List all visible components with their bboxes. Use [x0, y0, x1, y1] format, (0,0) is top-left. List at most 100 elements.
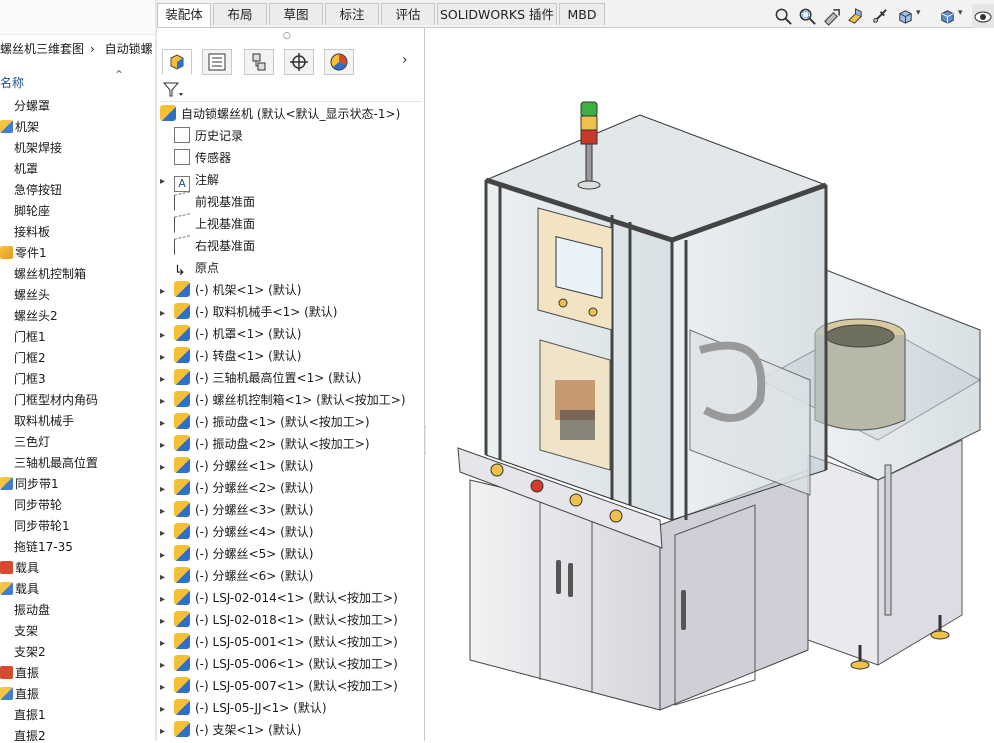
file-list-item[interactable]: 螺丝机控制箱 — [14, 264, 86, 285]
expand-arrow-icon[interactable]: ▸ — [160, 699, 174, 721]
hide-show-icon[interactable] — [972, 4, 994, 30]
panel-grip-icon[interactable]: ○ — [283, 31, 291, 41]
file-list-item[interactable]: 支架 — [14, 621, 38, 642]
section-view-icon[interactable] — [846, 7, 865, 26]
tree-item[interactable]: ▸ (-) LSJ-02-014<1> (默认<按加工>) — [160, 587, 398, 609]
tree-item[interactable]: 前视基准面 — [160, 191, 255, 213]
zoom-to-fit-icon[interactable] — [774, 7, 793, 26]
file-list-item[interactable]: 脚轮座 — [14, 201, 50, 222]
file-list-item[interactable]: 机罩 — [14, 159, 38, 180]
breadcrumb-item-1[interactable]: 螺丝机三维套图 — [0, 42, 84, 56]
tree-item[interactable]: ↳ 原点 — [160, 257, 219, 279]
expand-arrow-icon[interactable]: ▸ — [160, 677, 174, 699]
property-manager-tab[interactable] — [202, 49, 232, 75]
previous-view-icon[interactable] — [822, 7, 841, 26]
chevron-right-icon[interactable]: › — [402, 52, 408, 68]
tree-item[interactable]: ▸ (-) LSJ-05-001<1> (默认<按加工>) — [160, 631, 398, 653]
tree-item[interactable]: ▸ (-) 分螺丝<4> (默认) — [160, 521, 313, 543]
tree-item[interactable]: ▸ (-) LSJ-02-018<1> (默认<按加工>) — [160, 609, 398, 631]
tree-item[interactable]: ▸ (-) 支架<1> (默认) — [160, 719, 301, 741]
chevron-up-icon[interactable]: ⌃ — [114, 68, 124, 82]
file-list-item[interactable]: 振动盘 — [14, 600, 50, 621]
tree-item[interactable]: ▸ (-) 振动盘<1> (默认<按加工>) — [160, 411, 370, 433]
tree-item[interactable]: ▸ (-) 取料机械手<1> (默认) — [160, 301, 337, 323]
tree-item[interactable]: ▸ (-) 分螺丝<2> (默认) — [160, 477, 313, 499]
file-list-item[interactable]: 同步带1 — [0, 474, 59, 495]
file-list-item[interactable]: 门框型材内角码 — [14, 390, 98, 411]
file-list-item[interactable]: 螺丝头2 — [14, 306, 58, 327]
tree-item[interactable]: 上视基准面 — [160, 213, 255, 235]
expand-arrow-icon[interactable]: ▸ — [160, 589, 174, 611]
expand-arrow-icon[interactable]: ▸ — [160, 171, 174, 193]
file-list-item[interactable]: 三色灯 — [14, 432, 50, 453]
feature-manager-tab[interactable] — [162, 49, 192, 75]
tree-item[interactable]: ▸ (-) 分螺丝<3> (默认) — [160, 499, 313, 521]
expand-arrow-icon[interactable]: ▸ — [160, 545, 174, 567]
tab-layout[interactable]: 布局 — [213, 3, 267, 25]
file-list-item[interactable]: 急停按钮 — [14, 180, 62, 201]
file-list-item[interactable]: 机架 — [0, 117, 39, 138]
expand-arrow-icon[interactable]: ▸ — [160, 501, 174, 523]
tree-item[interactable]: 右视基准面 — [160, 235, 255, 257]
tree-item[interactable]: ▸ (-) 机架<1> (默认) — [160, 279, 301, 301]
expand-arrow-icon[interactable]: ▸ — [160, 435, 174, 457]
file-list-item[interactable]: 直振1 — [14, 705, 46, 726]
tab-markup[interactable]: 标注 — [325, 3, 379, 25]
tree-item[interactable]: ▸ (-) 振动盘<2> (默认<按加工>) — [160, 433, 370, 455]
expand-arrow-icon[interactable]: ▸ — [160, 523, 174, 545]
file-list-item[interactable]: 拖链17-35 — [14, 537, 73, 558]
file-list-item[interactable]: 载具 — [0, 558, 39, 579]
configuration-manager-tab[interactable] — [244, 49, 274, 75]
tree-item[interactable]: ▸ A 注解 — [160, 169, 219, 193]
tree-item[interactable]: ▸ (-) LSJ-05-007<1> (默认<按加工>) — [160, 675, 398, 697]
tree-item[interactable]: ▸ (-) 三轴机最高位置<1> (默认) — [160, 367, 361, 389]
tree-root-assembly[interactable]: 自动锁螺丝机 (默认<默认_显示状态-1>) — [160, 103, 400, 125]
tree-item[interactable]: ▸ (-) 分螺丝<1> (默认) — [160, 455, 313, 477]
expand-arrow-icon[interactable]: ▸ — [160, 633, 174, 655]
file-list-item[interactable]: 门框3 — [14, 369, 46, 390]
view-orientation-icon[interactable] — [896, 7, 915, 26]
tree-filter-row[interactable] — [160, 79, 422, 102]
tree-item[interactable]: ▸ (-) 螺丝机控制箱<1> (默认<按加工>) — [160, 389, 406, 411]
tree-item[interactable]: ▸ (-) 分螺丝<6> (默认) — [160, 565, 313, 587]
expand-arrow-icon[interactable]: ▸ — [160, 281, 174, 303]
file-list-item[interactable]: 直振2 — [14, 726, 46, 741]
zoom-to-area-icon[interactable] — [798, 7, 817, 26]
expand-arrow-icon[interactable]: ▸ — [160, 347, 174, 369]
filter-icon[interactable] — [162, 81, 184, 99]
expand-arrow-icon[interactable]: ▸ — [160, 369, 174, 391]
breadcrumb-item-2[interactable]: 自动锁螺 — [105, 42, 153, 56]
tree-item[interactable]: ▸ (-) 分螺丝<5> (默认) — [160, 543, 313, 565]
file-list-item[interactable]: 分螺罩 — [14, 96, 50, 117]
tree-item[interactable]: ▸ (-) 机罩<1> (默认) — [160, 323, 301, 345]
expand-arrow-icon[interactable]: ▸ — [160, 413, 174, 435]
tab-sketch[interactable]: 草图 — [269, 3, 323, 25]
file-list-item[interactable]: 取料机械手 — [14, 411, 74, 432]
file-list-item[interactable]: 三轴机最高位置 — [14, 453, 98, 474]
expand-arrow-icon[interactable]: ▸ — [160, 567, 174, 589]
tree-item[interactable]: ▸ (-) LSJ-05-JJ<1> (默认) — [160, 697, 327, 719]
file-list-item[interactable]: 接料板 — [14, 222, 50, 243]
file-list-item[interactable]: 直振 — [0, 684, 39, 705]
expand-arrow-icon[interactable]: ▸ — [160, 721, 174, 743]
file-list-item[interactable]: 直振 — [0, 663, 39, 684]
dimxpert-manager-tab[interactable] — [284, 49, 314, 75]
file-list-item[interactable]: 同步带轮 — [14, 495, 62, 516]
column-header[interactable]: 名称 ⌃ — [0, 68, 156, 92]
expand-arrow-icon[interactable]: ▸ — [160, 655, 174, 677]
file-list-item[interactable]: 零件1 — [0, 243, 47, 264]
display-manager-tab[interactable] — [324, 49, 354, 75]
file-list-item[interactable]: 支架2 — [14, 642, 46, 663]
expand-arrow-icon[interactable]: ▸ — [160, 325, 174, 347]
file-list-item[interactable]: 螺丝头 — [14, 285, 50, 306]
graphics-viewport[interactable] — [426, 28, 994, 741]
tab-assembly[interactable]: 装配体 — [157, 3, 211, 27]
expand-arrow-icon[interactable]: ▸ — [160, 611, 174, 633]
file-list-item[interactable]: 机架焊接 — [14, 138, 62, 159]
expand-arrow-icon[interactable]: ▸ — [160, 457, 174, 479]
expand-arrow-icon[interactable]: ▸ — [160, 391, 174, 413]
tab-mbd[interactable]: MBD — [559, 3, 605, 25]
tree-item[interactable]: 历史记录 — [160, 125, 243, 147]
tree-item[interactable]: ▸ (-) LSJ-05-006<1> (默认<按加工>) — [160, 653, 398, 675]
screw-machine-3d-model[interactable] — [426, 28, 994, 741]
